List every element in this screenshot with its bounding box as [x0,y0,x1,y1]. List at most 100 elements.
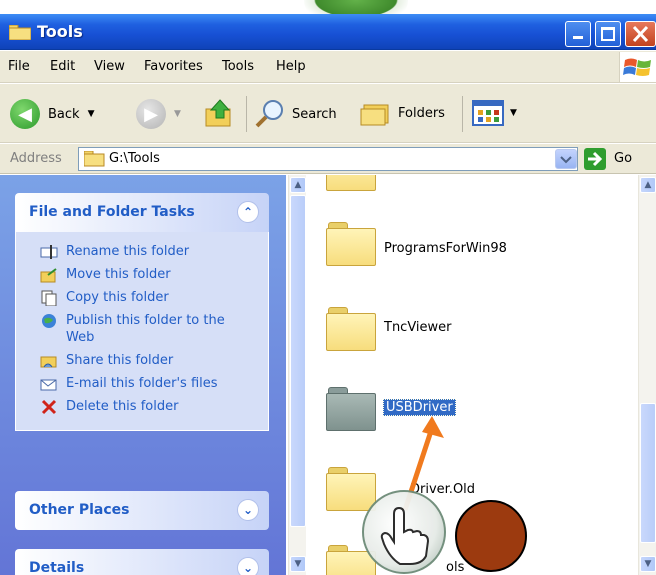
panel-title: Other Places [29,502,130,518]
scroll-up-button[interactable]: ▲ [290,177,306,193]
task-label: Share this folder [66,353,174,368]
window-title: Tools [37,22,83,41]
panel-header[interactable]: File and Folder Tasks ⌃ [15,193,269,232]
task-move-folder[interactable]: Move this folder [16,263,268,286]
chevron-down-icon[interactable]: ▼ [510,108,517,118]
maximize-icon [601,27,615,41]
task-copy-folder[interactable]: Copy this folder [16,286,268,309]
folders-icon [360,104,389,126]
search-button[interactable]: Search [254,98,337,130]
task-label: Copy this folder [66,290,169,305]
menu-tools[interactable]: Tools [222,59,254,74]
forward-arrow-icon: ▶ [136,99,166,129]
panel-header[interactable]: Other Places ⌄ [15,491,269,530]
folder-icon [84,151,105,167]
details-panel: Details ⌄ [15,549,269,575]
toolbar: ◀ Back ▼ ▶ ▼ Search Folders ▼ [0,84,656,143]
content-scrollbar[interactable]: ▲ ▼ [638,175,656,575]
panel-header[interactable]: Details ⌄ [15,549,269,575]
pointer-hand-icon [380,506,430,565]
scroll-up-button[interactable]: ▲ [640,177,656,193]
back-button[interactable]: ◀ Back ▼ [10,99,94,129]
panel-body: Rename this folder Move this folder Copy… [15,232,269,431]
share-icon [40,356,57,368]
task-share-folder[interactable]: Share this folder [16,349,268,372]
panel-title: File and Folder Tasks [29,204,195,220]
go-label[interactable]: Go [614,151,632,166]
menu-file[interactable]: File [8,59,30,74]
expand-icon[interactable]: ⌄ [237,557,259,575]
title-bar[interactable]: Tools [0,14,656,50]
address-input[interactable]: G:\Tools [78,147,578,171]
rename-icon [40,245,58,259]
task-label: Delete this folder [66,399,179,414]
back-label: Back [48,106,80,122]
folder-name-selected[interactable]: USBDriver [383,399,456,416]
address-label: Address [10,151,62,166]
close-icon [632,25,649,43]
scroll-down-button[interactable]: ▼ [290,556,306,572]
chevron-down-icon[interactable]: ▼ [174,109,181,119]
chevron-down-icon[interactable]: ▼ [88,109,95,119]
expand-icon[interactable]: ⌄ [237,499,259,521]
toolbar-separator [246,96,247,132]
scroll-thumb[interactable] [640,403,656,543]
menu-edit[interactable]: Edit [50,59,75,74]
maximize-button[interactable] [595,21,621,47]
task-delete-folder[interactable]: Delete this folder [16,395,268,418]
go-button[interactable] [584,148,606,170]
task-label: Publish this folder to the Web [66,313,225,345]
task-label: Move this folder [66,267,171,282]
task-pane: File and Folder Tasks ⌃ Rename this fold… [0,175,286,575]
close-button[interactable] [625,21,656,47]
search-icon [255,100,283,128]
views-icon [472,100,504,126]
forward-button[interactable]: ▶ ▼ [136,99,181,129]
windows-flag-icon [623,58,651,76]
task-label: E-mail this folder's files [66,376,218,391]
go-arrow-icon [588,151,603,167]
folder-name[interactable]: ProgramsForWin98 [384,241,507,256]
publish-icon [42,314,56,328]
folder-name[interactable]: TncViewer [384,320,452,335]
task-publish-folder[interactable]: Publish this folder to the Web [16,309,268,349]
minimize-icon [573,36,583,39]
folder-icon-selected[interactable] [326,387,376,431]
folder-icon [9,25,31,40]
address-dropdown-button[interactable] [555,149,577,169]
task-label: Rename this folder [66,244,190,259]
address-bar: Address G:\Tools Go [0,144,656,174]
menu-help[interactable]: Help [276,59,306,74]
click-indicator-dot [455,500,527,572]
copy-icon [41,290,57,306]
scroll-down-button[interactable]: ▼ [640,556,656,572]
folder-icon[interactable] [326,307,376,351]
toolbar-separator [462,96,463,132]
folders-label: Folders [398,105,445,121]
other-places-panel: Other Places ⌄ [15,491,269,530]
menu-favorites[interactable]: Favorites [144,59,203,74]
folders-button[interactable]: Folders [360,99,445,127]
views-button[interactable]: ▼ [472,99,517,127]
task-pane-scrollbar[interactable]: ▲ ▼ [288,175,306,575]
minimize-button[interactable] [565,21,591,47]
move-icon [40,268,57,283]
windows-logo [619,52,656,82]
collapse-icon[interactable]: ⌃ [237,201,259,223]
up-folder-icon [205,99,231,127]
search-label: Search [292,106,337,122]
file-folder-tasks-panel: File and Folder Tasks ⌃ Rename this fold… [15,193,269,431]
scroll-thumb[interactable] [290,195,306,527]
folder-name[interactable]: ols [446,560,464,575]
task-email-files[interactable]: E-mail this folder's files [16,372,268,395]
menu-view[interactable]: View [94,59,125,74]
task-rename-folder[interactable]: Rename this folder [16,240,268,263]
folder-icon[interactable] [326,175,376,191]
address-value: G:\Tools [109,151,160,166]
up-folder-button[interactable] [204,98,236,128]
chevron-down-icon [560,156,572,164]
folder-icon[interactable] [326,222,376,266]
hand-cursor-icon [362,490,446,574]
back-arrow-icon: ◀ [10,99,40,129]
panel-title: Details [29,560,85,575]
